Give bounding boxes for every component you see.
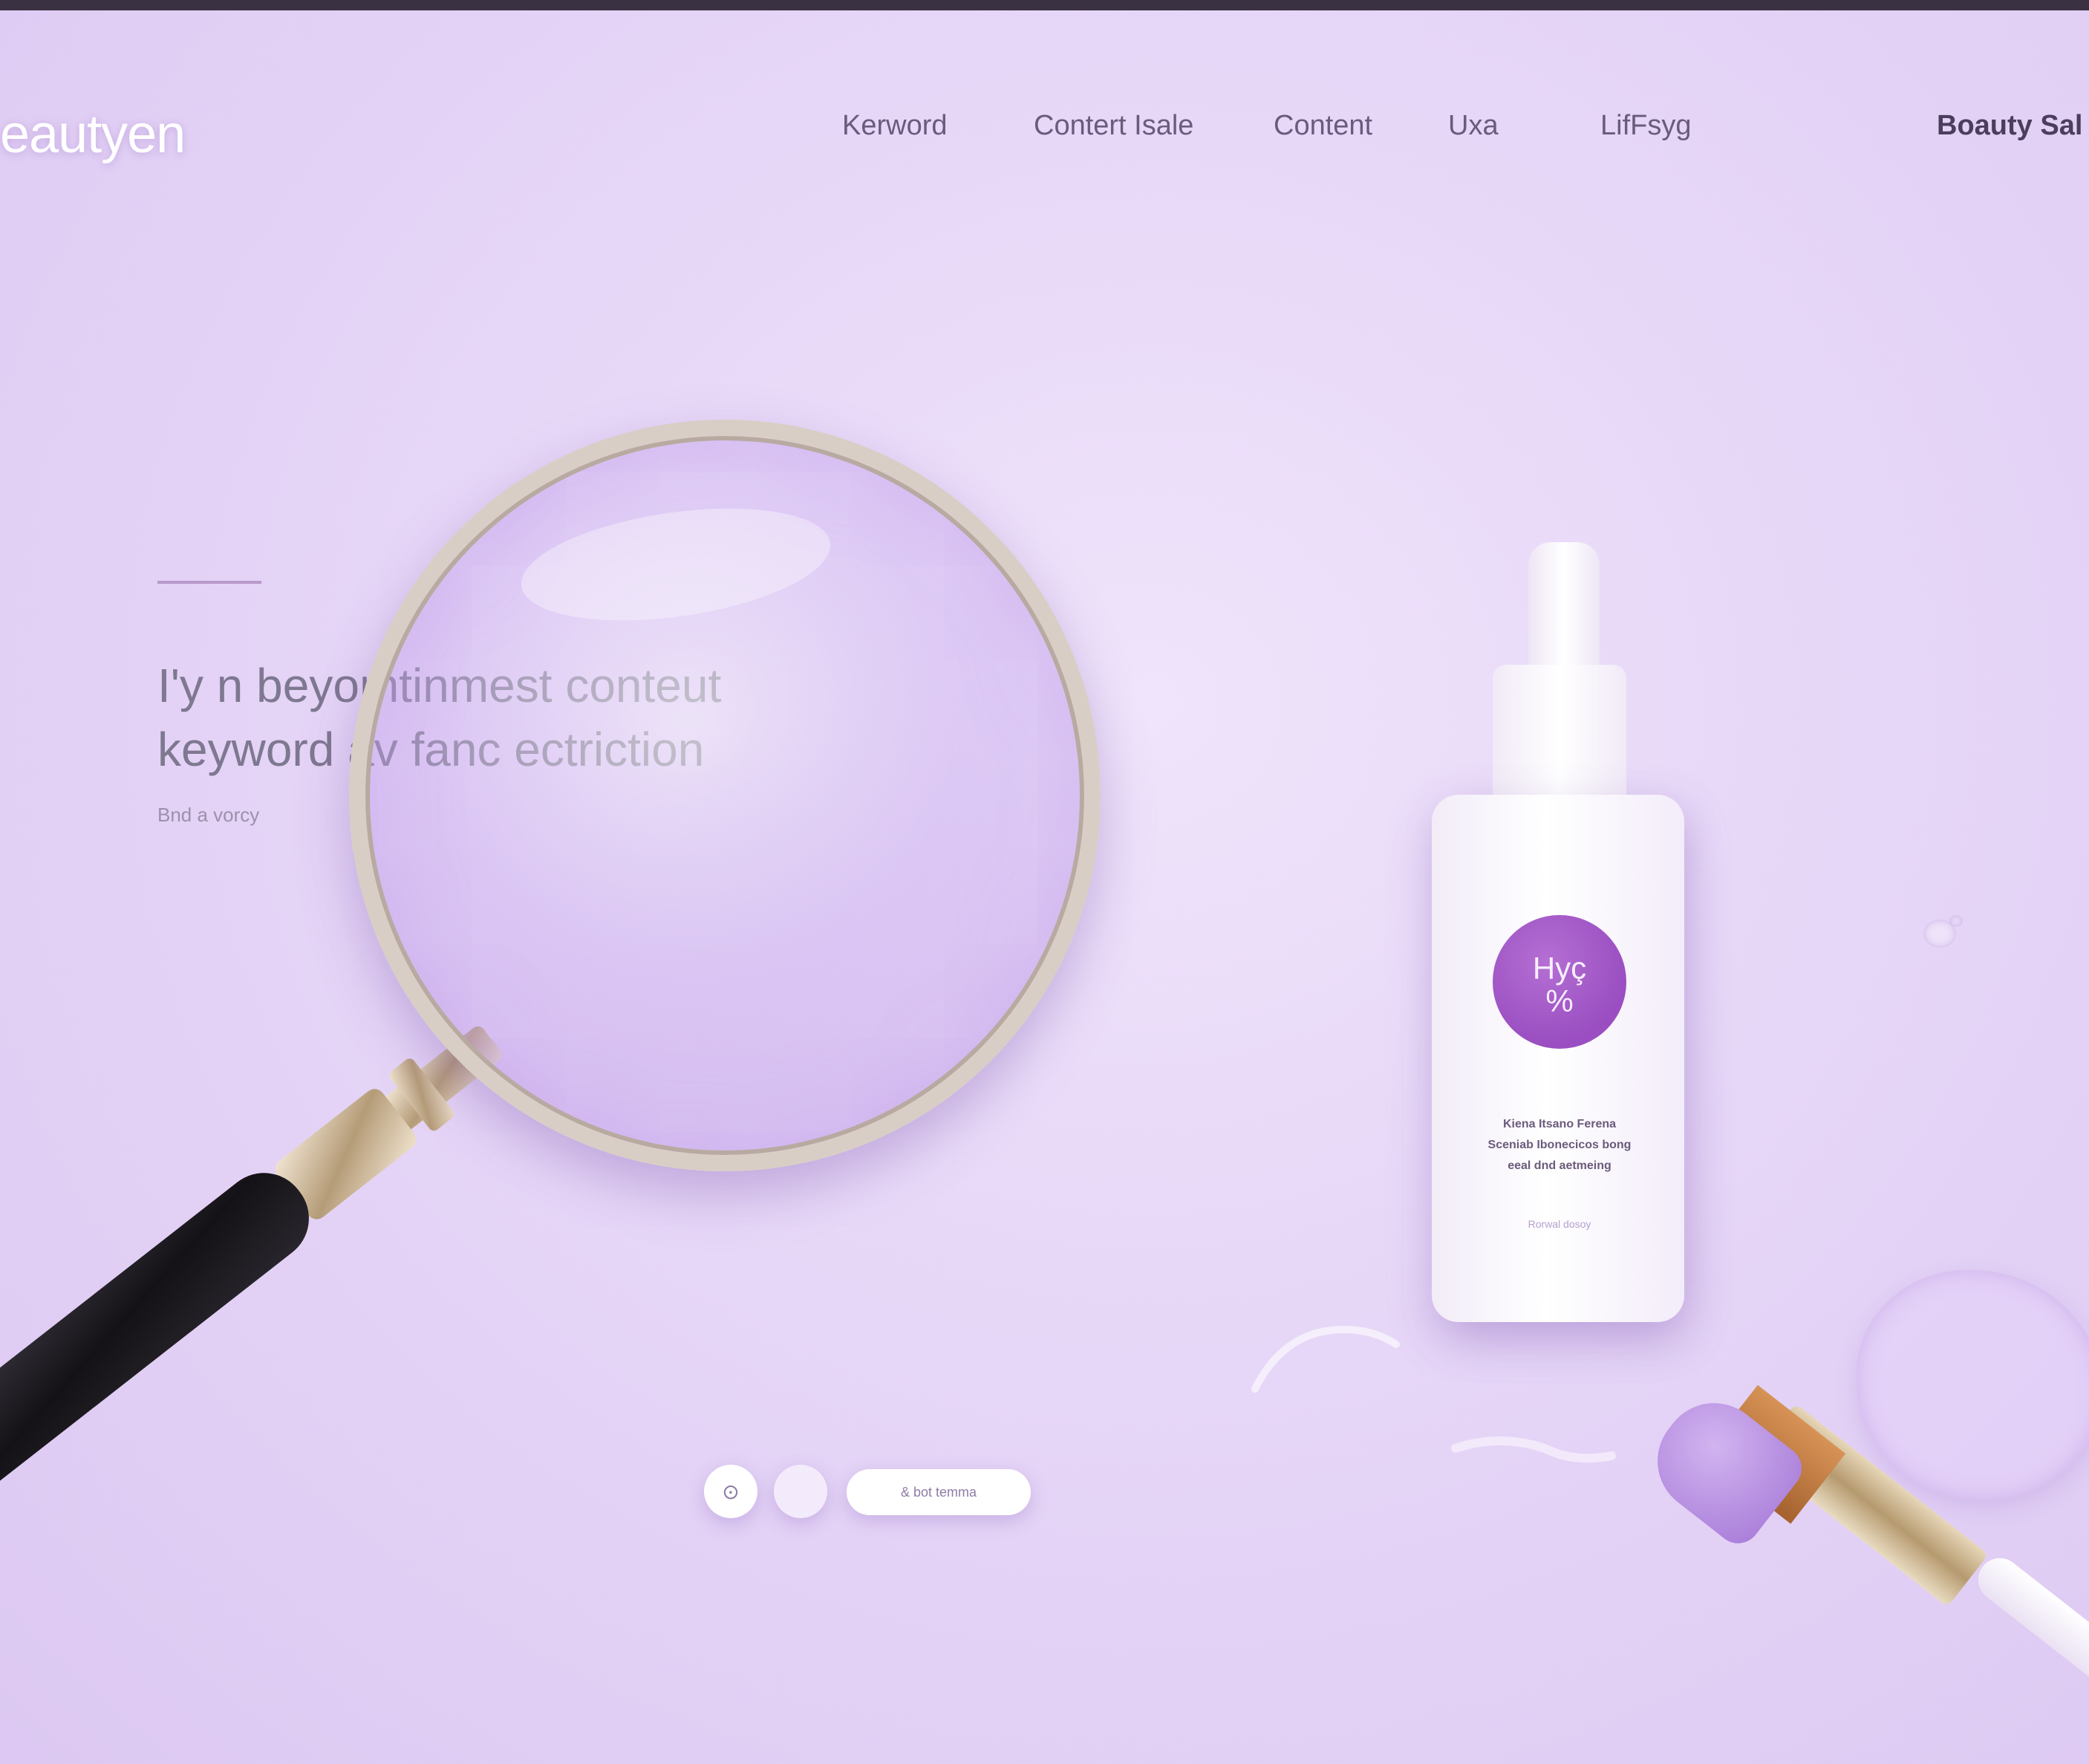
control-pill-button[interactable]: & bot temma — [847, 1469, 1031, 1515]
product-description: Kiena Itsano Ferena Sceniab Ibonecicos b… — [1456, 1114, 1663, 1176]
control-dot-button[interactable] — [774, 1465, 827, 1518]
product-small-text: Rorwal dosoy — [1528, 1218, 1591, 1230]
bottle-cap — [1528, 542, 1600, 672]
product-desc-line-3: eeal dnd aetmeing — [1508, 1159, 1611, 1172]
nav-item-keyword[interactable]: Kerword — [842, 110, 948, 142]
nav-item-use[interactable]: Uxa — [1448, 110, 1499, 142]
product-bottle[interactable] — [1432, 795, 1684, 1322]
nav-cta-button[interactable]: Boauty Sal — [1937, 110, 2082, 142]
product-label-badge: Hyç % — [1493, 915, 1626, 1049]
product-desc-line-1: Kiena Itsano Ferena — [1502, 1118, 1617, 1130]
hero-link[interactable]: Bnd a vorcy — [157, 804, 259, 827]
product-desc-line-2: Sceniab Ibonecicos bong — [1487, 1139, 1632, 1151]
nav-item-content[interactable]: Content — [1274, 110, 1372, 142]
bottle-neck — [1493, 665, 1626, 798]
nav-item-content-scale[interactable]: Contert Isale — [1034, 110, 1193, 142]
top-window-bar — [0, 0, 2089, 10]
product-label-main: Hyç — [1532, 951, 1587, 986]
brand-logo[interactable]: eautyen — [0, 104, 186, 165]
brush-handle — [1969, 1549, 2089, 1702]
water-drop — [1949, 915, 1963, 927]
nav-item-lifestyle[interactable]: LifFsyg — [1600, 110, 1691, 142]
control-circle-button[interactable]: ⊙ — [704, 1465, 757, 1518]
product-label-sub: % — [1545, 983, 1574, 1018]
gel-blob — [1857, 1270, 2089, 1500]
hero-accent-rule — [157, 581, 261, 584]
